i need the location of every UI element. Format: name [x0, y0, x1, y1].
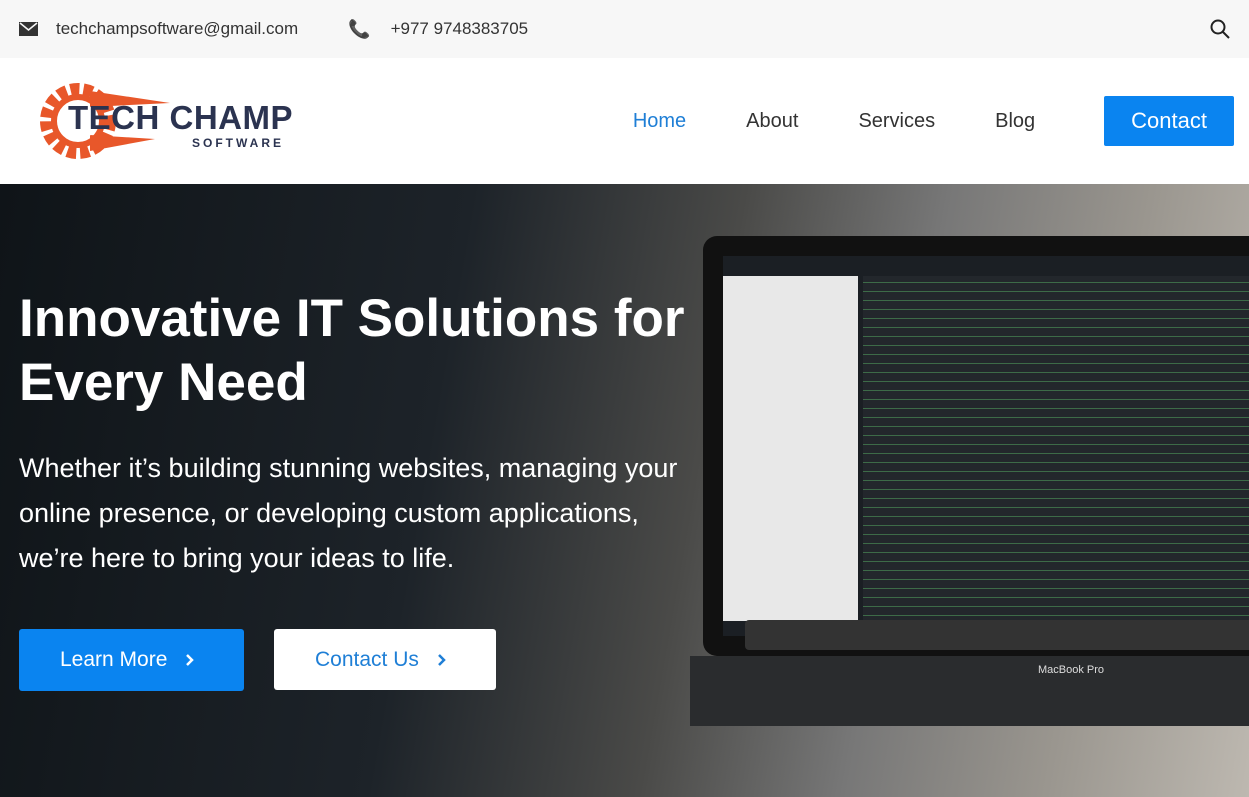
chevron-right-icon: [437, 653, 447, 667]
logo[interactable]: TECH CHAMP SOFTWARE: [40, 81, 320, 161]
email-contact[interactable]: techchampsoftware@gmail.com: [19, 19, 298, 39]
laptop-dock: [745, 620, 1249, 650]
laptop-label: MacBook Pro: [1038, 664, 1105, 676]
learn-more-label: Learn More: [60, 648, 168, 671]
main-nav: Home About Services Blog Contact: [633, 96, 1234, 146]
learn-more-button[interactable]: Learn More: [19, 629, 244, 691]
site-header: TECH CHAMP SOFTWARE Home About Services …: [0, 58, 1249, 184]
phone-icon: 📞: [348, 18, 371, 39]
top-bar: techchampsoftware@gmail.com 📞 +977 97483…: [0, 0, 1249, 58]
logo-sub: SOFTWARE: [192, 136, 284, 150]
nav-about[interactable]: About: [746, 110, 798, 133]
search-icon[interactable]: [1210, 19, 1230, 39]
hero-section: MacBook Pro Innovative IT Solutions for …: [0, 184, 1249, 797]
contact-button[interactable]: Contact: [1104, 96, 1234, 146]
hero-text: Whether it’s building stunning websites,…: [19, 453, 678, 573]
nav-services[interactable]: Services: [858, 110, 935, 133]
laptop-base: MacBook Pro: [690, 656, 1249, 726]
chevron-right-icon: [185, 653, 195, 667]
hero-title: Innovative IT Solutions for Every Need: [19, 289, 685, 412]
logo-name: TECH CHAMP: [68, 99, 293, 136]
email-text: techchampsoftware@gmail.com: [56, 19, 299, 38]
contact-us-button[interactable]: Contact Us: [274, 629, 496, 690]
contact-us-label: Contact Us: [315, 647, 419, 671]
phone-contact[interactable]: 📞 +977 9748383705: [348, 19, 528, 40]
nav-home[interactable]: Home: [633, 110, 686, 133]
laptop-image: [703, 236, 1249, 656]
nav-blog[interactable]: Blog: [995, 110, 1035, 133]
phone-text: +977 9748383705: [390, 19, 529, 38]
mail-icon: [19, 22, 38, 36]
